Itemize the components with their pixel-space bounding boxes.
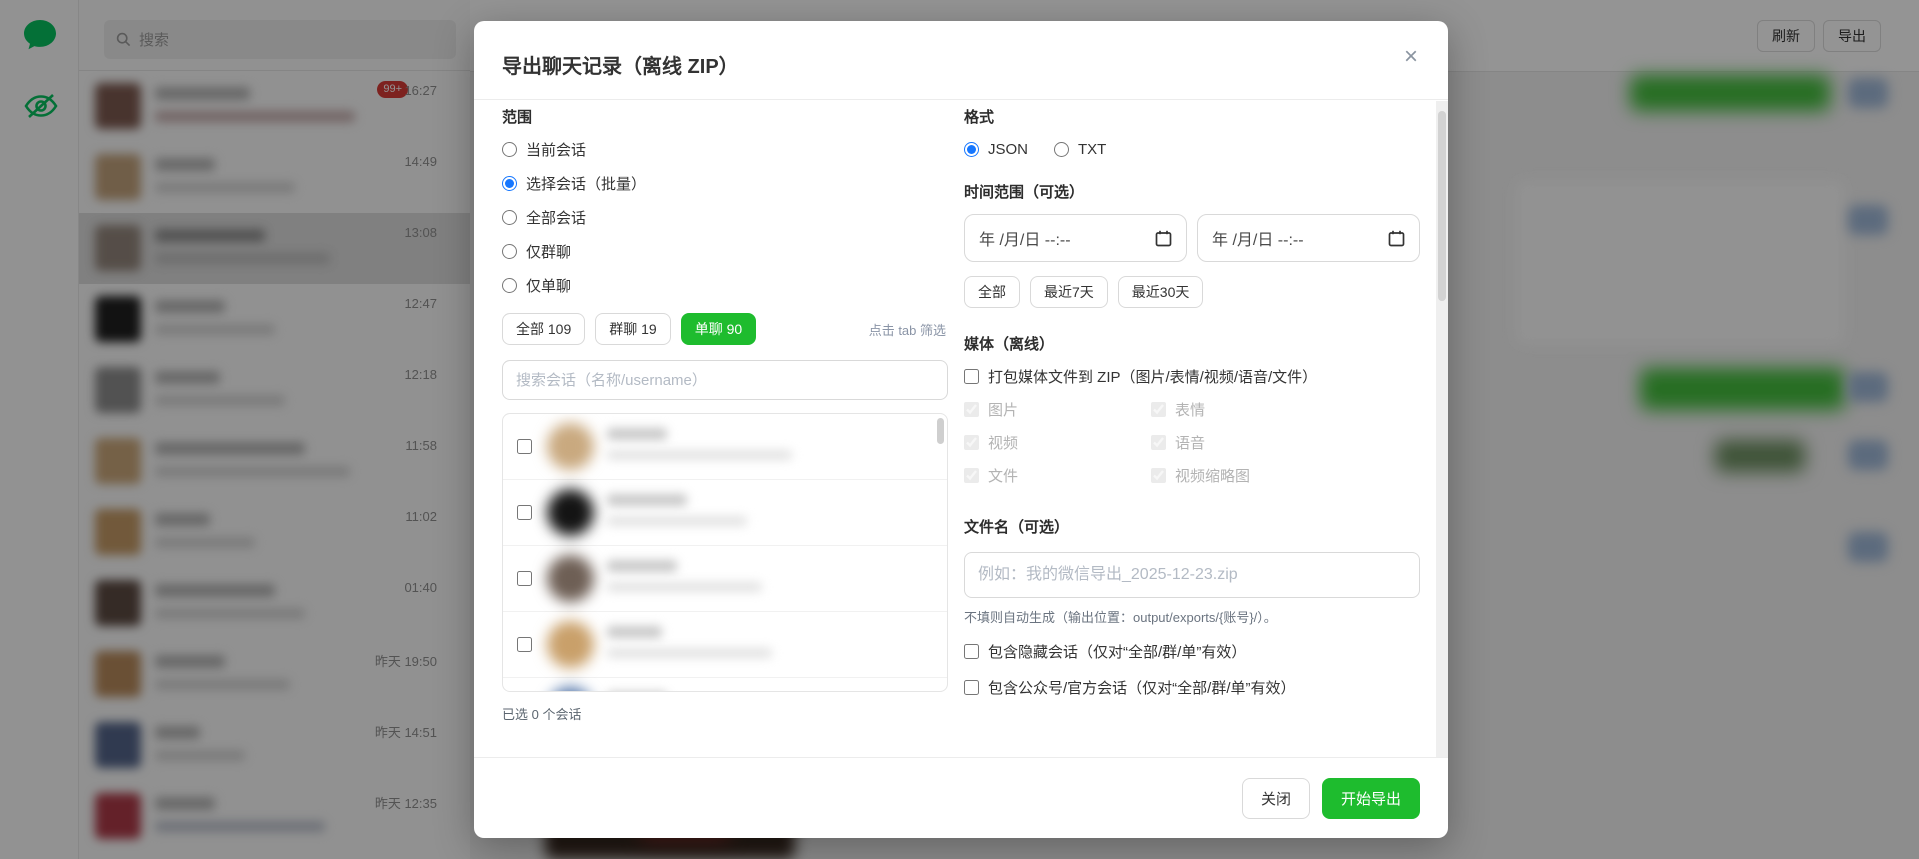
radio-groups-only[interactable]: [502, 244, 517, 259]
time-range-label: 时间范围（可选）: [964, 181, 1420, 202]
blurred-name: [607, 560, 677, 572]
calendar-icon[interactable]: [1388, 230, 1405, 247]
quick-range-all[interactable]: 全部: [964, 276, 1020, 308]
filter-tab-groups[interactable]: 群聊 19: [595, 313, 670, 345]
dialog-title: 导出聊天记录（离线 ZIP）: [502, 50, 739, 79]
filter-tab-singles[interactable]: 单聊 90: [681, 313, 756, 345]
dialog-scrollbar[interactable]: [1436, 101, 1448, 757]
conversation-checkbox[interactable]: [517, 637, 532, 652]
avatar: [547, 489, 594, 536]
media-type-voice: 语音: [1151, 426, 1420, 459]
conversation-list: [502, 413, 948, 692]
avatar: [547, 621, 594, 668]
video-thumbnail-checkbox: [1151, 468, 1166, 483]
video-checkbox: [964, 435, 979, 450]
dialog-header: 导出聊天记录（离线 ZIP） ×: [474, 21, 1448, 100]
start-export-button[interactable]: 开始导出: [1322, 778, 1420, 819]
radio-current[interactable]: [502, 142, 517, 157]
voice-checkbox: [1151, 435, 1166, 450]
pack-media-checkbox[interactable]: [964, 369, 979, 384]
conversation-checkbox[interactable]: [517, 571, 532, 586]
format-label: 格式: [964, 106, 1420, 127]
conversation-item[interactable]: [503, 546, 947, 612]
radio-select-batch[interactable]: [502, 176, 517, 191]
radio-txt[interactable]: [1054, 142, 1069, 157]
conversation-item[interactable]: [503, 414, 947, 480]
radio-singles-only[interactable]: [502, 278, 517, 293]
blurred-username: [607, 648, 772, 658]
list-scrollbar[interactable]: [937, 418, 944, 444]
conversation-item[interactable]: [503, 678, 947, 692]
selected-count: 已选 0 个会话: [502, 704, 948, 723]
conversation-search-input[interactable]: [502, 360, 948, 400]
blurred-username: [607, 582, 762, 592]
conversation-checkbox[interactable]: [517, 439, 532, 454]
quick-range-7days[interactable]: 最近7天: [1030, 276, 1108, 308]
image-checkbox: [964, 402, 979, 417]
media-type-video: 视频: [964, 426, 1151, 459]
close-button[interactable]: 关闭: [1242, 778, 1310, 819]
media-type-image: 图片: [964, 393, 1151, 426]
dialog-footer: 关闭 开始导出: [474, 757, 1448, 838]
blurred-name: [607, 626, 662, 638]
filter-hint: 点击 tab 筛选: [869, 320, 948, 339]
avatar: [547, 555, 594, 602]
format-option-txt[interactable]: TXT: [1054, 139, 1106, 159]
scope-option-select-batch[interactable]: 选择会话（批量）: [502, 173, 948, 193]
filename-label: 文件名（可选）: [964, 516, 1420, 537]
sticker-checkbox: [1151, 402, 1166, 417]
avatar: [547, 687, 594, 692]
options-column: 格式 JSON TXT 时间范围（可选）: [964, 106, 1420, 723]
quick-range-30days[interactable]: 最近30天: [1118, 276, 1204, 308]
dialog-body: 范围 当前会话 选择会话（批量） 全部会话: [474, 100, 1436, 757]
pack-media-option[interactable]: 打包媒体文件到 ZIP（图片/表情/视频/语音/文件）: [964, 366, 1420, 387]
scope-option-current[interactable]: 当前会话: [502, 139, 948, 159]
conversation-item[interactable]: [503, 480, 947, 546]
avatar: [547, 423, 594, 470]
scope-option-singles-only[interactable]: 仅单聊: [502, 275, 948, 295]
file-checkbox: [964, 468, 979, 483]
scope-column: 范围 当前会话 选择会话（批量） 全部会话: [502, 106, 948, 723]
radio-all[interactable]: [502, 210, 517, 225]
media-types: 图片 表情 视频 语音: [964, 393, 1420, 492]
blurred-name: [607, 428, 667, 440]
filename-hint: 不填则自动生成（输出位置：output/exports/{账号}/）。: [964, 607, 1420, 626]
conversation-item[interactable]: [503, 612, 947, 678]
blurred-name: [607, 494, 687, 506]
format-option-json[interactable]: JSON: [964, 139, 1028, 159]
filter-tab-all[interactable]: 全部 109: [502, 313, 585, 345]
export-dialog: 导出聊天记录（离线 ZIP） × 范围 当前会话 选择会话（批量）: [474, 21, 1448, 838]
filename-input[interactable]: [964, 552, 1420, 598]
scope-option-groups-only[interactable]: 仅群聊: [502, 241, 948, 261]
conversation-checkbox[interactable]: [517, 505, 532, 520]
media-type-file: 文件: [964, 459, 1151, 492]
scope-option-all[interactable]: 全部会话: [502, 207, 948, 227]
calendar-icon[interactable]: [1155, 230, 1172, 247]
close-icon[interactable]: ×: [1404, 45, 1418, 69]
media-type-video-thumbnail: 视频缩略图: [1151, 459, 1420, 492]
start-datetime-input[interactable]: 年 /月/日 --:--: [964, 214, 1187, 262]
media-type-sticker: 表情: [1151, 393, 1420, 426]
dialog-scrollbar-thumb[interactable]: [1438, 111, 1446, 301]
blurred-username: [607, 450, 792, 460]
blurred-username: [607, 516, 747, 526]
end-datetime-input[interactable]: 年 /月/日 --:--: [1197, 214, 1420, 262]
screen: 搜索 99+ 16:27 14:49: [0, 0, 1919, 859]
include-official-option[interactable]: 包含公众号/官方会话（仅对“全部/群/单”有效）: [964, 677, 1420, 698]
include-hidden-checkbox[interactable]: [964, 644, 979, 659]
media-label: 媒体（离线）: [964, 333, 1420, 354]
scope-label: 范围: [502, 106, 948, 127]
include-hidden-option[interactable]: 包含隐藏会话（仅对“全部/群/单”有效）: [964, 641, 1420, 662]
radio-json[interactable]: [964, 142, 979, 157]
include-official-checkbox[interactable]: [964, 680, 979, 695]
